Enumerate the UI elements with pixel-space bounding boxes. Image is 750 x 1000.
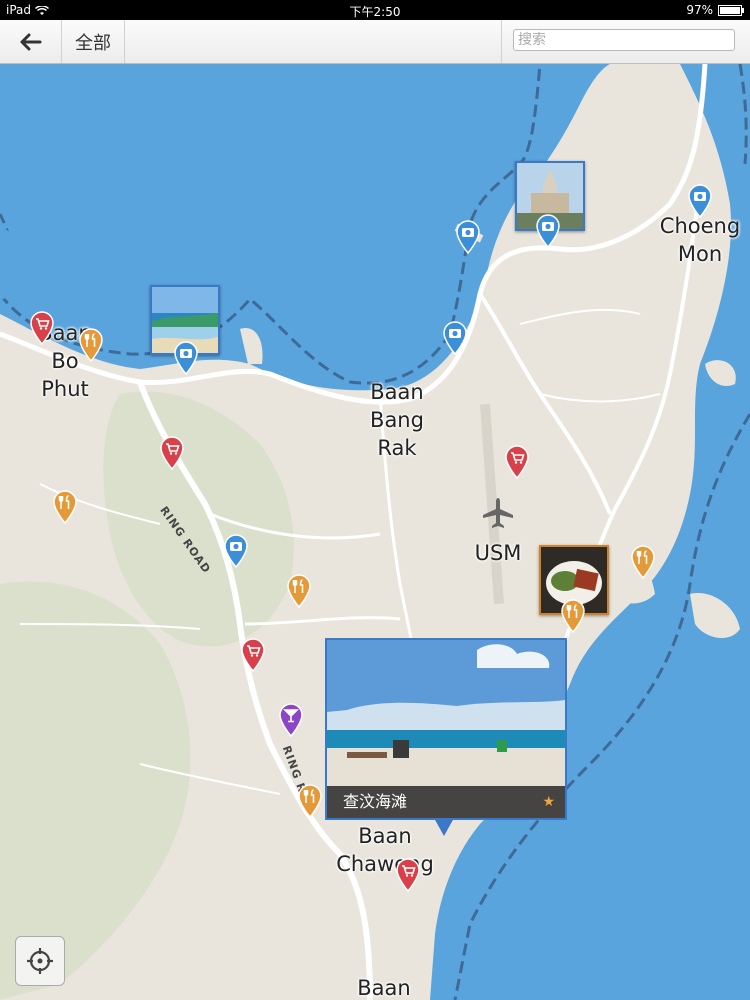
shopping-cart-pin[interactable] (505, 445, 529, 479)
place-label-choeng-mon: Choeng Mon (659, 214, 741, 266)
airport-icon (483, 498, 513, 528)
back-arrow-icon (20, 33, 41, 50)
shopping-cart-pin[interactable] (30, 311, 54, 345)
shopping-cart-pin[interactable] (160, 436, 184, 470)
place-label-chaweng: Baan Chaweng (336, 824, 434, 876)
shopping-cart-pin[interactable] (241, 638, 265, 672)
locate-me-button[interactable] (15, 936, 65, 986)
shopping-cart-pin[interactable] (396, 858, 420, 892)
camera-pin[interactable] (456, 220, 480, 254)
filter-all-button[interactable]: 全部 (62, 20, 125, 63)
search-container (501, 20, 750, 63)
camera-pin[interactable] (224, 534, 248, 568)
restaurant-pin[interactable] (53, 490, 77, 524)
popup-pointer (434, 818, 454, 836)
place-label-airport: USM (474, 541, 522, 565)
camera-pin[interactable] (688, 184, 712, 218)
battery-icon (718, 4, 744, 16)
place-label-baan-south: Baan (357, 976, 411, 1000)
camera-pin[interactable] (174, 341, 198, 375)
star-icon[interactable]: ★ (542, 794, 555, 810)
restaurant-pin[interactable] (79, 328, 103, 362)
restaurant-pin[interactable] (287, 574, 311, 608)
status-bar: iPad 下午2:50 97% (0, 0, 750, 20)
restaurant-pin[interactable] (561, 599, 585, 633)
back-button[interactable] (0, 20, 62, 63)
place-label-bang-rak: Baan Bang Rak (370, 380, 424, 460)
battery-percent: 97% (686, 3, 713, 17)
crosshair-icon (27, 948, 53, 974)
popup-title: 查汶海滩 (327, 786, 565, 818)
camera-pin[interactable] (536, 214, 560, 248)
place-popup-chaweng-beach[interactable]: 查汶海滩 ★ (325, 638, 567, 820)
clock: 下午2:50 (349, 5, 401, 19)
map-view[interactable]: Baan Bo Phut Baan Bang Rak Choeng Mon US… (0, 64, 750, 1000)
toolbar: 全部 (0, 20, 750, 64)
cocktail-pin[interactable] (279, 703, 303, 737)
search-input[interactable] (513, 29, 735, 51)
camera-pin[interactable] (443, 321, 467, 355)
restaurant-pin[interactable] (631, 545, 655, 579)
restaurant-pin[interactable] (298, 784, 322, 818)
